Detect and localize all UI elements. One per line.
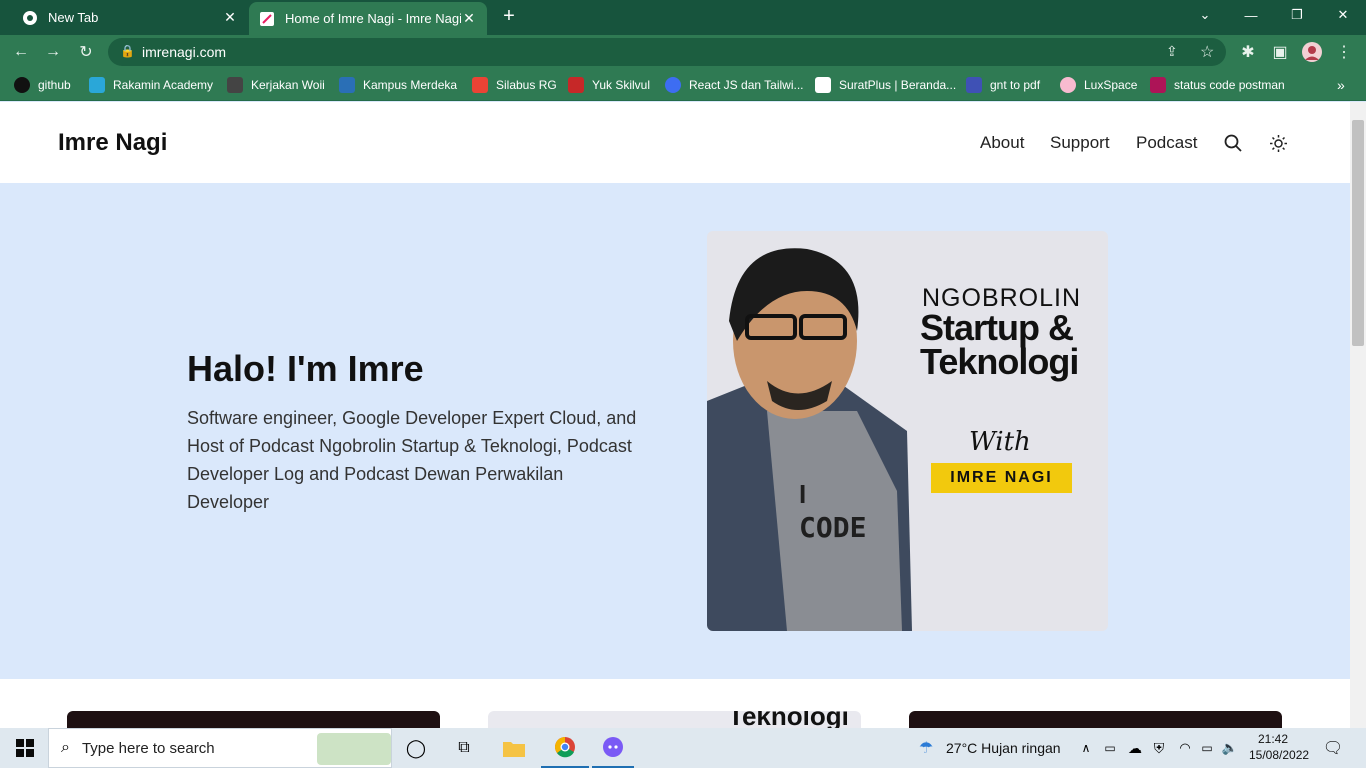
new-tab-button[interactable]: + xyxy=(498,6,520,28)
weather-rain-icon[interactable]: ☂ xyxy=(915,728,937,768)
system-clock[interactable]: 21:42 15/08/2022 xyxy=(1249,731,1310,763)
podcast-title-teknologi: Teknologi xyxy=(920,341,1079,382)
site-header: Imre Nagi About Support Podcast xyxy=(0,102,1350,183)
task-view-icon[interactable]: ⧉ xyxy=(452,728,476,768)
lock-icon: 🔒 xyxy=(120,44,135,58)
security-shield-icon[interactable]: ⛨ xyxy=(1150,728,1168,768)
article-card[interactable] xyxy=(67,711,440,728)
nav-support[interactable]: Support xyxy=(1050,133,1110,153)
hero-description: Software engineer, Google Developer Expe… xyxy=(187,408,637,512)
chrome-icon xyxy=(22,10,38,26)
bookmark-item[interactable]: LuxSpace xyxy=(1060,75,1137,95)
podcast-title-startup: Startup & xyxy=(920,307,1074,348)
taskbar-search-input[interactable]: ⌕ Type here to search xyxy=(48,728,392,768)
page-scrollbar[interactable] xyxy=(1350,102,1366,728)
site-logo[interactable]: Imre Nagi xyxy=(58,129,167,157)
tab-active-site[interactable]: Home of Imre Nagi - Imre Nagi ✕ xyxy=(249,2,487,35)
extensions-icon[interactable]: ✱ xyxy=(1237,41,1259,63)
site-favicon-icon xyxy=(259,11,275,27)
podcast-cover-image: I CODE NGOBROLIN Startup & Teknologi Wit… xyxy=(707,231,1108,631)
podcast-host-badge: IMRE NAGI xyxy=(931,463,1072,493)
battery-icon[interactable]: ▭ xyxy=(1198,728,1216,768)
nav-podcast[interactable]: Podcast xyxy=(1136,133,1197,153)
github-icon xyxy=(14,77,30,93)
close-window-button[interactable]: ✕ xyxy=(1320,0,1366,30)
file-explorer-icon[interactable] xyxy=(502,728,526,768)
meet-now-icon[interactable]: ▭ xyxy=(1102,728,1118,768)
kampus-merdeka-icon xyxy=(339,77,355,93)
weather-text[interactable]: 27°C Hujan ringan xyxy=(946,740,1061,756)
onedrive-icon[interactable]: ☁ xyxy=(1126,728,1144,768)
reload-icon[interactable]: ↻ xyxy=(75,41,97,63)
bookmark-item[interactable]: React JS dan Tailwi... xyxy=(665,75,804,95)
notifications-icon[interactable]: 🗨 xyxy=(1322,728,1344,768)
tab-strip: New Tab ✕ Home of Imre Nagi - Imre Nagi … xyxy=(0,0,1366,35)
bookmark-item[interactable]: Kampus Merdeka xyxy=(339,75,457,95)
more-bookmarks-icon[interactable]: » xyxy=(1337,75,1345,95)
clock-time: 21:42 xyxy=(1257,732,1289,746)
article-card[interactable] xyxy=(909,711,1282,728)
show-hidden-icons-icon[interactable]: ∧ xyxy=(1078,728,1094,768)
bookmark-item[interactable]: Rakamin Academy xyxy=(89,75,213,95)
search-placeholder: Type here to search xyxy=(81,739,215,757)
url-text[interactable]: imrenagi.com xyxy=(142,44,226,60)
postman-icon xyxy=(1150,77,1166,93)
bookmark-item[interactable]: SuratPlus | Beranda... xyxy=(815,75,956,95)
tab-search-icon[interactable]: ⌄ xyxy=(1182,0,1228,30)
skilvul-icon xyxy=(568,77,584,93)
scrollbar-thumb[interactable] xyxy=(1352,120,1364,346)
rakamin-icon xyxy=(89,77,105,93)
bookmark-item[interactable]: status code postman xyxy=(1150,75,1285,95)
gnt-pdf-icon xyxy=(966,77,982,93)
clock-date: 15/08/2022 xyxy=(1249,748,1310,762)
close-icon[interactable]: ✕ xyxy=(222,9,238,26)
shirt-text-code: CODE xyxy=(799,511,867,544)
suratplus-icon xyxy=(815,77,831,93)
windows-taskbar: ⌕ Type here to search ◯ ⧉ ☂ 27°C Hujan r… xyxy=(0,728,1366,768)
search-highlight-illustration-icon xyxy=(317,733,391,765)
podcast-with-text: With xyxy=(969,427,1031,457)
address-bar[interactable]: 🔒 imrenagi.com ⇪ ☆ xyxy=(108,38,1226,66)
forward-icon[interactable]: → xyxy=(42,41,64,63)
card-peek-text: Teknologi xyxy=(728,711,849,728)
react-course-icon xyxy=(665,77,681,93)
bookmark-item[interactable]: github xyxy=(14,75,71,95)
hero-title: Halo! I'm Imre xyxy=(187,348,424,389)
luxspace-icon xyxy=(1060,77,1076,93)
share-icon[interactable]: ⇪ xyxy=(1166,43,1178,60)
minimize-button[interactable]: — xyxy=(1228,0,1274,30)
gmail-icon xyxy=(472,77,488,93)
podcast-title-line2: Startup & Teknologi xyxy=(920,307,1079,382)
bookmarks-bar: github Rakamin Academy Kerjakan Woii Kam… xyxy=(0,69,1366,101)
cortana-icon[interactable]: ◯ xyxy=(404,728,428,768)
windows-start-icon[interactable] xyxy=(12,728,38,768)
volume-icon[interactable]: 🔈 xyxy=(1221,728,1239,768)
web-page: Imre Nagi About Support Podcast Halo! I'… xyxy=(0,102,1350,728)
profile-avatar-icon[interactable] xyxy=(1301,41,1323,63)
theme-toggle-sun-icon[interactable] xyxy=(1270,135,1287,157)
tab-label: Home of Imre Nagi - Imre Nagi xyxy=(285,11,461,26)
wifi-icon[interactable]: ◠ xyxy=(1176,728,1194,768)
bookmark-item[interactable]: gnt to pdf xyxy=(966,75,1040,95)
discord-icon[interactable] xyxy=(592,728,634,768)
tab-new-tab[interactable]: New Tab ✕ xyxy=(8,0,248,35)
bookmark-star-icon[interactable]: ☆ xyxy=(1200,42,1214,62)
article-card[interactable]: Teknologi xyxy=(488,711,861,728)
chrome-taskbar-icon[interactable] xyxy=(541,728,589,768)
nav-about[interactable]: About xyxy=(980,133,1024,153)
close-icon[interactable]: ✕ xyxy=(461,10,477,27)
tab-label: New Tab xyxy=(48,10,99,25)
search-icon: ⌕ xyxy=(61,739,70,756)
restore-button[interactable]: ❐ xyxy=(1274,0,1320,30)
shirt-text-i: I xyxy=(799,479,807,509)
bookmark-item[interactable]: Silabus RG xyxy=(472,75,557,95)
back-icon[interactable]: ← xyxy=(10,41,32,63)
side-panel-icon[interactable]: ▣ xyxy=(1269,41,1291,63)
bookmark-item[interactable]: Yuk Skilvul xyxy=(568,75,650,95)
kerjakan-icon xyxy=(227,77,243,93)
bookmark-item[interactable]: Kerjakan Woii xyxy=(227,75,325,95)
search-icon[interactable] xyxy=(1224,134,1242,157)
menu-icon[interactable]: ⋮ xyxy=(1333,41,1355,63)
browser-toolbar: ← → ↻ 🔒 imrenagi.com ⇪ ☆ ✱ ▣ ⋮ xyxy=(0,35,1366,69)
